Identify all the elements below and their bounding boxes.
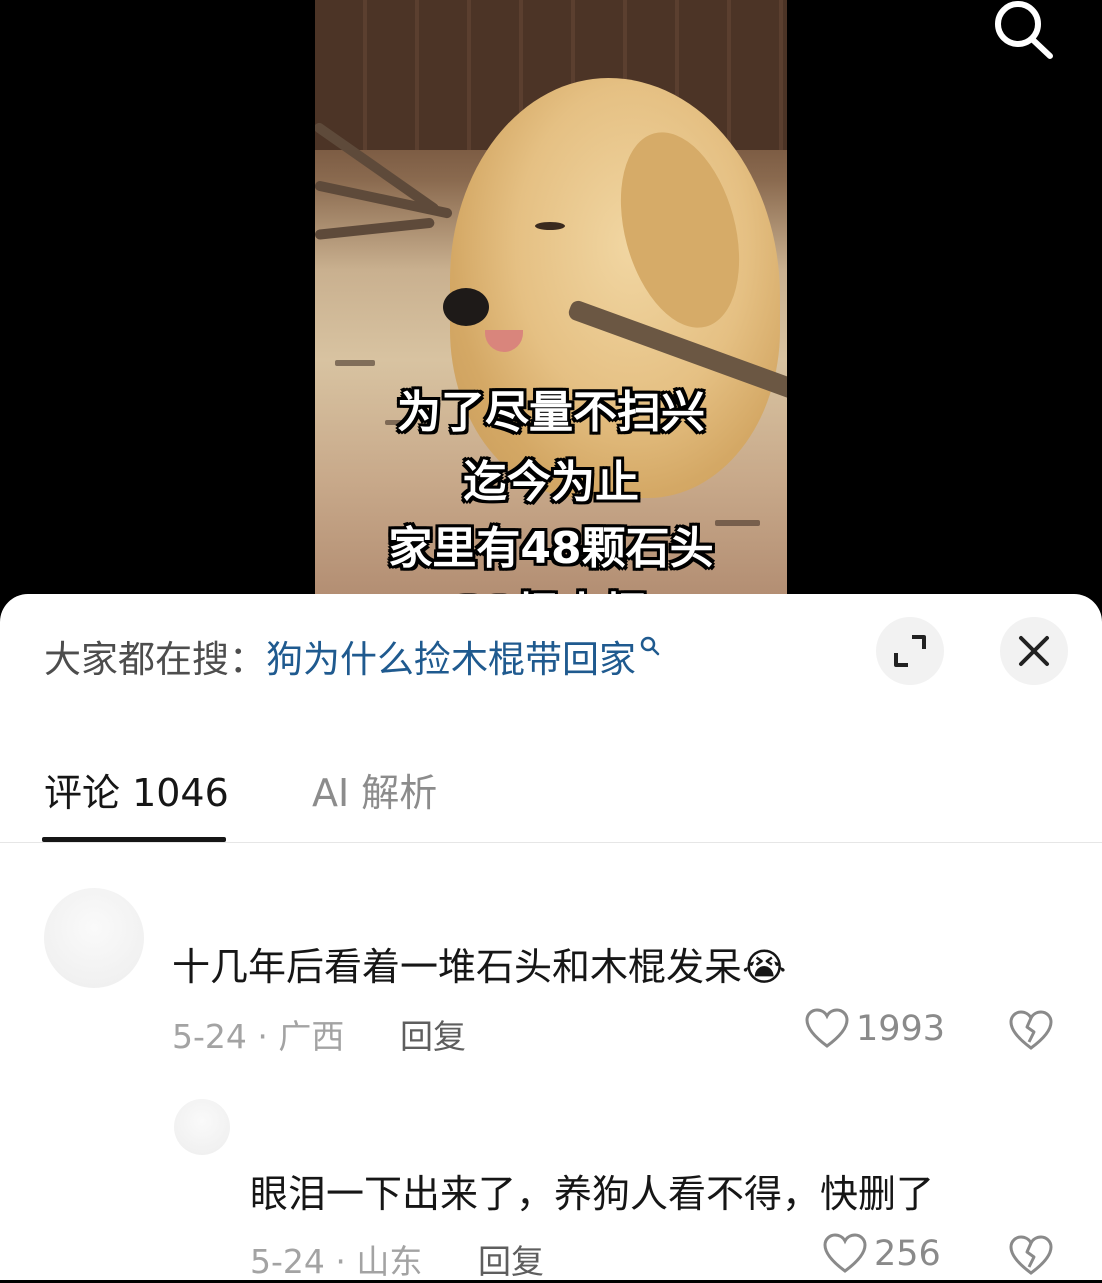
expand-button[interactable] (876, 617, 944, 685)
tab-comments[interactable]: 评论 1046 (44, 762, 229, 817)
search-mini-icon (640, 636, 660, 656)
trending-search-row[interactable]: 大家都在搜： 狗为什么捡木棍带回家 (44, 628, 660, 684)
heart-outline-icon (805, 1008, 849, 1048)
tab-ai-analysis[interactable]: AI 解析 (312, 762, 437, 817)
reply-button[interactable]: 回复 (478, 1235, 544, 1283)
reply-button[interactable]: 回复 (400, 1010, 466, 1058)
like-count: 1993 (856, 1009, 946, 1049)
comment-date-location: 5-24 · 广西 (172, 1017, 345, 1056)
trending-search-query-link[interactable]: 狗为什么捡木棍带回家 (266, 629, 636, 683)
video-dog-eye (535, 222, 565, 230)
like-button[interactable]: 1993 (804, 1008, 945, 1050)
video-frame[interactable]: 为了尽量不扫兴 迄今为止 家里有48颗石头 32根木棍 (315, 0, 787, 600)
avatar[interactable] (44, 888, 144, 988)
search-button[interactable] (992, 0, 1056, 62)
expand-icon (894, 635, 926, 667)
active-tab-indicator (42, 837, 226, 842)
comment-sheet: 大家都在搜： 狗为什么捡木棍带回家 评论 1046 AI 解析 十几年后看着一堆… (0, 594, 1102, 1283)
comment-text: 眼泪一下出来了，养狗人看不得，快删了 (250, 1172, 935, 1216)
video-player[interactable]: 为了尽量不扫兴 迄今为止 家里有48颗石头 32根木棍 (0, 0, 1102, 600)
like-button[interactable]: 256 (822, 1233, 941, 1275)
like-count: 256 (874, 1234, 941, 1274)
video-floor-debris (335, 360, 375, 366)
comment-date-location: 5-24 · 山东 (250, 1242, 423, 1281)
heart-outline-icon (823, 1233, 867, 1273)
broken-heart-icon (1009, 1010, 1053, 1050)
video-dog-nose (443, 288, 489, 326)
avatar[interactable] (174, 1099, 230, 1155)
video-caption-line: 为了尽量不扫兴 (397, 387, 705, 438)
dislike-button[interactable] (1008, 1010, 1054, 1056)
dislike-button[interactable] (1008, 1235, 1054, 1281)
video-caption-line: 迄今为止 (463, 457, 639, 508)
close-button[interactable] (1000, 617, 1068, 685)
sheet-tabs: 评论 1046 AI 解析 (0, 748, 1102, 843)
search-icon (995, 1, 1053, 59)
broken-heart-icon (1009, 1235, 1053, 1275)
trending-search-prefix: 大家都在搜： (44, 638, 266, 681)
comment-text: 十几年后看着一堆石头和木棍发呆😭 (172, 945, 787, 989)
video-branch (315, 180, 453, 219)
close-icon (1019, 636, 1049, 666)
video-caption-line: 家里有48颗石头 (388, 523, 714, 574)
video-branch (315, 217, 435, 240)
